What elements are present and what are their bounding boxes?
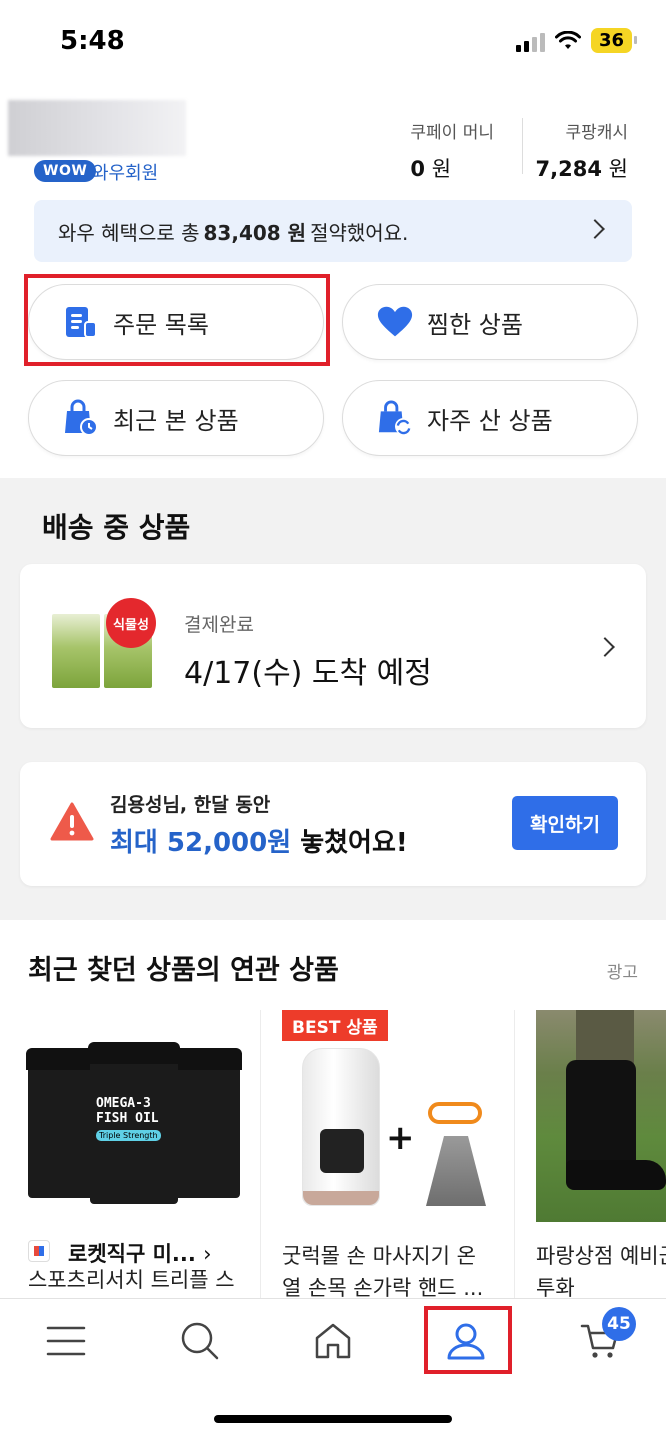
product-image-box-1 [52, 614, 100, 688]
savings-amount: 83,408 원 [203, 220, 307, 245]
fish-oil-bottle-center: OMEGA-3 FISH OIL Triple Strength [88, 1042, 180, 1204]
shipping-card[interactable]: 식물성 결제완료 4/17(수) 도착 예정 [20, 564, 646, 728]
profile-name-blurred [8, 100, 186, 156]
warning-icon [50, 802, 94, 841]
shipping-status: 결제완료 [184, 614, 254, 636]
rocket-direct-icon [28, 1240, 50, 1262]
related-item-1-title: 스포츠리서치 트리플 스 [28, 1268, 235, 1292]
savings-suffix: 절약했어요. [310, 220, 409, 245]
shipping-section-title: 배송 중 상품 [42, 511, 191, 544]
hand-massager-image [302, 1048, 380, 1206]
coupay-money-title: 쿠페이 머니 [410, 123, 494, 143]
coupang-cash-title: 쿠팡캐시 [565, 123, 628, 143]
membership-label[interactable]: 와우회원 [92, 159, 158, 185]
related-item-2[interactable]: BEST 상품 + 굿럭몰 손 마사지기 온 열 손목 손가락 핸드 ... [260, 1010, 514, 1300]
military-boots-image [536, 1010, 666, 1222]
strap-image [428, 1102, 482, 1124]
recent-bag-icon [63, 399, 99, 436]
related-item-2-title-line1: 굿럭몰 손 마사지기 온 [282, 1244, 476, 1268]
related-item-2-title-line2: 열 손목 손가락 핸드 ... [282, 1276, 484, 1300]
savings-prefix: 와우 혜택으로 총 [58, 220, 200, 245]
related-item-3-title-line1: 파랑상점 예비군 [536, 1244, 666, 1268]
coupang-cash-value: 7,284 원 [535, 157, 628, 181]
related-item-3[interactable]: 파랑상점 예비군 투화 [514, 1010, 666, 1300]
plus-icon: + [386, 1118, 415, 1158]
tab-cart[interactable]: 45 [560, 1307, 640, 1369]
order-list-highlight [24, 274, 330, 366]
ad-label: 광고 [606, 963, 638, 983]
bottom-tab-bar: 45 [0, 1298, 666, 1440]
recently-viewed-label: 최근 본 상품 [113, 406, 239, 435]
pouch-image [426, 1136, 486, 1206]
status-bar: 5:48 36 [0, 0, 666, 84]
tab-menu[interactable] [26, 1313, 106, 1369]
fish-oil-bottle-left [26, 1048, 98, 1198]
home-icon [315, 1323, 351, 1359]
status-icons: 36 [515, 28, 638, 53]
fish-oil-bottle-right [170, 1048, 242, 1198]
related-item-3-title-line2: 투화 [536, 1276, 575, 1300]
chevron-right-icon [585, 219, 605, 239]
confirm-button[interactable]: 확인하기 [512, 796, 618, 850]
arrival-date: 4/17(수) 도착 예정 [184, 656, 432, 691]
frequently-bought-button[interactable]: 자주 산 상품 [342, 380, 638, 456]
missed-savings-name: 김용성님, 한달 동안 [110, 794, 271, 816]
savings-banner[interactable]: 와우 혜택으로 총 83,408 원 절약했어요. [34, 200, 632, 262]
coupay-money[interactable]: 쿠페이 머니 0 원 [410, 118, 494, 183]
missed-savings-card[interactable]: 김용성님, 한달 동안 최대 52,000원 놓쳤어요! 확인하기 [20, 762, 646, 886]
wishlist-button[interactable]: 찜한 상품 [342, 284, 638, 360]
cart-count-badge: 45 [602, 1307, 636, 1341]
wallet-divider [522, 118, 523, 174]
home-indicator [214, 1415, 452, 1423]
plant-based-badge: 식물성 [106, 598, 156, 648]
related-section-title: 최근 찾던 상품의 연관 상품 [28, 955, 339, 986]
recently-viewed-button[interactable]: 최근 본 상품 [28, 380, 324, 456]
wishlist-label: 찜한 상품 [427, 310, 523, 339]
heart-icon [377, 304, 413, 340]
wow-badge: WOW [34, 160, 97, 182]
battery-indicator: 36 [590, 28, 638, 53]
chevron-right-icon [595, 637, 615, 657]
menu-icon [46, 1326, 86, 1356]
frequently-bought-label: 자주 산 상품 [427, 406, 553, 435]
best-product-badge: BEST 상품 [282, 1010, 388, 1041]
signal-icon [515, 30, 545, 52]
repurchase-bag-icon [377, 400, 413, 436]
missed-savings-message: 최대 52,000원 놓쳤어요! [110, 828, 408, 858]
tab-search[interactable] [160, 1313, 240, 1369]
tab-home[interactable] [293, 1313, 373, 1369]
status-time: 5:48 [60, 26, 125, 56]
my-tab-highlight [424, 1306, 512, 1374]
wifi-icon [554, 30, 581, 49]
related-item-1[interactable]: OMEGA-3 FISH OIL Triple Strength 로켓직구 미.… [0, 1010, 260, 1300]
search-icon [181, 1322, 219, 1360]
coupang-cash[interactable]: 쿠팡캐시 7,284 원 [536, 118, 628, 183]
coupay-money-value: 0 원 [410, 157, 452, 181]
